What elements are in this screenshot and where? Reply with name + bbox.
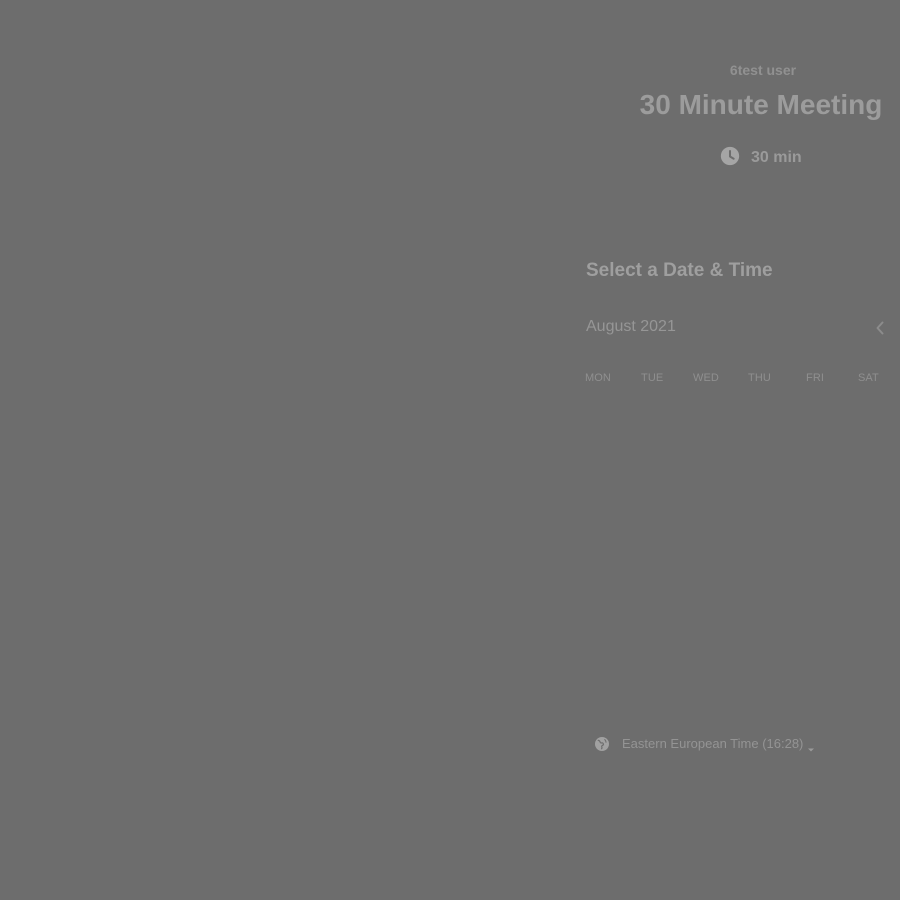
month-label: August 2021 [586,318,676,335]
weekday-sat: SAT [858,372,879,384]
timezone-label: Eastern European Time (16:28) [622,736,804,751]
duration-info: 30 min [719,145,802,167]
weekday-header-row: MON TUE WED THU FRI SAT [585,370,900,386]
timezone-selector[interactable]: Eastern European Time (16:28) [594,734,823,754]
host-name: 6test user [729,62,797,78]
weekday-mon: MON [585,372,611,384]
caret-down-icon [807,741,815,752]
weekday-tue: TUE [641,372,664,384]
clock-icon [719,145,741,167]
weekday-fri: FRI [806,372,825,384]
chevron-left-icon [873,318,887,338]
weekday-wed: WED [693,372,719,384]
calendar-header: August 2021 [586,316,900,340]
event-title: 30 Minute Meeting [639,89,883,120]
page-title: Select a Date & Time [586,260,773,281]
previous-month-button[interactable] [873,318,887,338]
globe-icon [594,736,610,752]
booking-page: 6test user 30 Minute Meeting 30 min Sele… [0,0,900,900]
weekday-thu: THU [748,372,771,384]
duration-text: 30 min [751,149,802,166]
